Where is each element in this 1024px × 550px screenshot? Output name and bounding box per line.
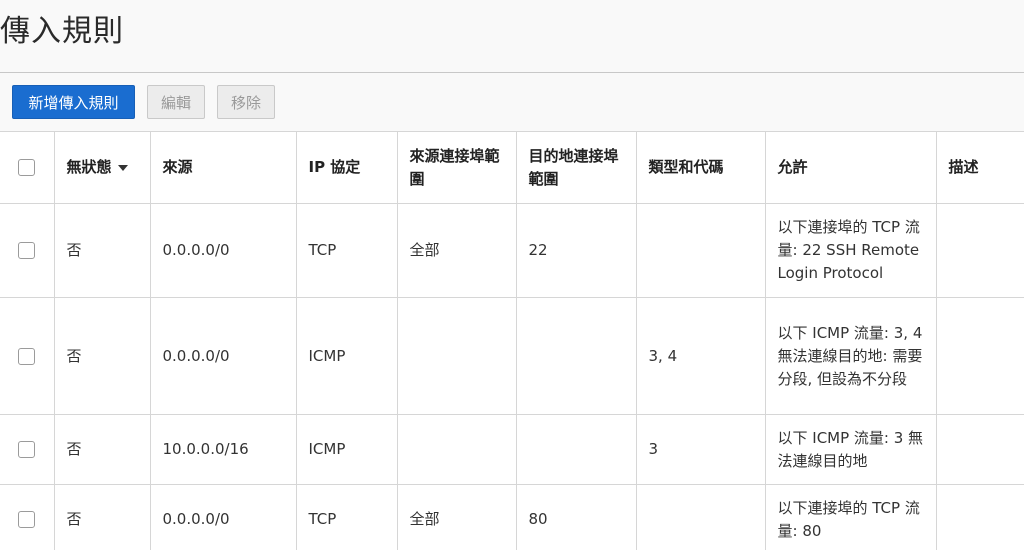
cell-ip-protocol: TCP (295, 484, 398, 550)
header-dest-port-range-label: 目的地連接埠範圍 (528, 146, 619, 188)
header-stateless[interactable]: 無狀態 (53, 131, 151, 204)
cell-dest-port-range (515, 297, 637, 415)
row-checkbox[interactable] (18, 347, 36, 365)
header-source-port-range-label: 來源連接埠範圍 (409, 146, 500, 188)
add-ingress-rule-button[interactable]: 新增傳入規則 (12, 85, 135, 119)
cell-type-code: 3, 4 (635, 297, 766, 415)
header-source: 來源 (149, 131, 297, 204)
header-description-label: 描述 (948, 158, 979, 176)
cell-allows: 以下連接埠的 TCP 流量: 80 (764, 484, 937, 550)
cell-source: 0.0.0.0/0 (149, 484, 297, 550)
table-header-row: 無狀態 來源 IP 協定 來源連接埠範圍 目的地連接埠範圍 類型和代碼 允許 描… (0, 131, 1024, 204)
header-source-label: 來源 (162, 158, 193, 176)
header-allows-label: 允許 (777, 158, 808, 176)
header-stateless-label: 無狀態 (66, 158, 112, 176)
header-description: 描述 (935, 131, 1024, 204)
sort-caret-down-icon[interactable] (117, 164, 128, 171)
cell-source-port-range (396, 414, 517, 485)
row-select-cell (0, 414, 55, 485)
page-title: 傳入規則 (0, 14, 124, 49)
row-select-cell (0, 484, 55, 550)
ingress-rules-table-container: 無狀態 來源 IP 協定 來源連接埠範圍 目的地連接埠範圍 類型和代碼 允許 描… (0, 131, 1024, 550)
row-checkbox[interactable] (18, 441, 36, 458)
select-all-cell (0, 131, 55, 204)
cell-type-code (635, 203, 766, 298)
header-type-code: 類型和代碼 (635, 131, 766, 204)
cell-dest-port-range: 22 (515, 203, 637, 298)
cell-allows: 以下連接埠的 TCP 流量: 22 SSH Remote Login Proto… (764, 203, 937, 298)
row-select-cell (0, 203, 55, 298)
cell-source-port-range (396, 297, 517, 415)
header-allows: 允許 (764, 131, 937, 204)
title-divider (0, 72, 1024, 73)
cell-type-code (635, 484, 766, 550)
table-row: 否 0.0.0.0/0 TCP 全部 80 以下連接埠的 TCP 流量: 80 (0, 484, 1024, 550)
cell-description (935, 297, 1024, 415)
header-type-code-label: 類型和代碼 (648, 158, 724, 176)
cell-allows: 以下 ICMP 流量: 3 無法連線目的地 (764, 414, 937, 485)
cell-stateless: 否 (53, 297, 151, 415)
cell-source-port-range: 全部 (396, 484, 517, 550)
cell-stateless: 否 (53, 203, 151, 298)
row-checkbox[interactable] (18, 511, 36, 528)
cell-stateless: 否 (53, 414, 151, 485)
table-row: 否 0.0.0.0/0 ICMP 3, 4 以下 ICMP 流量: 3, 4 無… (0, 297, 1024, 415)
cell-description (935, 203, 1024, 298)
header-source-port-range: 來源連接埠範圍 (396, 131, 517, 204)
cell-ip-protocol: TCP (295, 203, 398, 298)
cell-source-port-range: 全部 (396, 203, 517, 298)
edit-button[interactable]: 編輯 (147, 85, 205, 119)
cell-source: 0.0.0.0/0 (149, 297, 297, 415)
cell-description (935, 414, 1024, 485)
table-row: 否 10.0.0.0/16 ICMP 3 以下 ICMP 流量: 3 無法連線目… (0, 414, 1024, 485)
row-select-cell (0, 297, 55, 415)
cell-ip-protocol: ICMP (295, 297, 398, 415)
header-ip-protocol-label: IP 協定 (308, 158, 361, 176)
cell-ip-protocol: ICMP (295, 414, 398, 485)
ingress-rules-table: 無狀態 來源 IP 協定 來源連接埠範圍 目的地連接埠範圍 類型和代碼 允許 描… (0, 131, 1024, 550)
cell-dest-port-range: 80 (515, 484, 637, 550)
cell-stateless: 否 (53, 484, 151, 550)
cell-description (935, 484, 1024, 550)
remove-button[interactable]: 移除 (217, 85, 275, 119)
header-dest-port-range: 目的地連接埠範圍 (515, 131, 637, 204)
cell-source: 10.0.0.0/16 (149, 414, 297, 485)
cell-source: 0.0.0.0/0 (149, 203, 297, 298)
header-ip-protocol: IP 協定 (295, 131, 398, 204)
table-row: 否 0.0.0.0/0 TCP 全部 22 以下連接埠的 TCP 流量: 22 … (0, 203, 1024, 298)
cell-allows: 以下 ICMP 流量: 3, 4 無法連線目的地: 需要分段, 但設為不分段 (764, 297, 937, 415)
row-checkbox[interactable] (18, 242, 36, 259)
cell-dest-port-range (515, 414, 637, 485)
cell-type-code: 3 (635, 414, 766, 485)
select-all-checkbox[interactable] (18, 159, 36, 176)
